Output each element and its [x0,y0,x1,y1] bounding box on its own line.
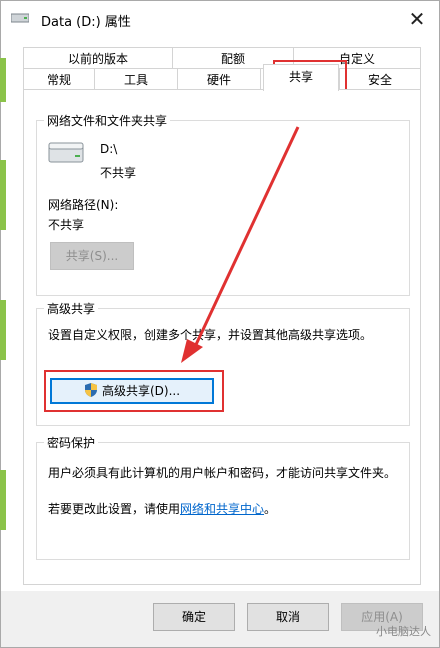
network-sharing-center-link[interactable]: 网络和共享中心 [180,502,264,516]
uac-shield-icon [84,383,97,397]
watermark-text: 小电脑达人 [376,625,431,638]
drive-label: D:\ [100,142,118,156]
share-status: 不共享 [100,166,137,180]
tab-previous-versions[interactable]: 以前的版本 [23,47,173,69]
close-button[interactable]: ✕ [403,5,431,33]
background-accent-top [0,58,6,102]
title-bar: Data (D:) 属性 ✕ [1,1,439,37]
advanced-sharing-button[interactable]: 高级共享(D)... [50,378,214,404]
network-path-value: 不共享 [48,218,85,232]
network-sharing-title: 网络文件和文件夹共享 [44,112,171,129]
password-protection-title: 密码保护 [44,434,99,451]
window-title: Data (D:) 属性 [41,15,131,30]
ok-button[interactable]: 确定 [153,603,235,631]
tab-security[interactable]: 安全 [339,68,421,90]
network-path-label: 网络路径(N): [48,198,119,212]
hard-drive-icon [48,142,84,163]
background-accent-mid [0,160,6,230]
tab-content-panel: 网络文件和文件夹共享 D:\ 不共享 网络路径(N): 不共享 共享(S)...… [23,89,421,585]
share-button[interactable]: 共享(S)... [50,242,134,270]
cancel-button[interactable]: 取消 [247,603,329,631]
drive-icon [11,13,29,23]
advanced-sharing-button-label: 高级共享(D)... [101,384,181,398]
tab-sharing[interactable]: 共享 [263,64,339,91]
change-setting-prefix: 若要更改此设置，请使用 [48,502,181,516]
properties-window: Data (D:) 属性 ✕ 以前的版本 配额 自定义 常规 工具 硬件 共享 … [0,0,440,648]
tab-strip: 以前的版本 配额 自定义 常规 工具 硬件 共享 安全 [1,37,439,91]
background-accent-bottom [0,470,6,530]
background-accent-lower [0,300,6,360]
password-protection-description: 用户必须具有此计算机的用户帐户和密码，才能访问共享文件夹。 [48,466,397,480]
advanced-sharing-title: 高级共享 [44,300,99,317]
change-setting-text: 若要更改此设置，请使用网络和共享中心。 [48,500,276,517]
tab-hardware[interactable]: 硬件 [177,68,261,90]
advanced-sharing-description: 设置自定义权限，创建多个共享，并设置其他高级共享选项。 [48,328,373,342]
change-setting-suffix: 。 [264,502,277,516]
tab-tools[interactable]: 工具 [94,68,178,90]
tab-general[interactable]: 常规 [23,68,95,90]
dialog-footer: 确定 取消 应用(A) [1,591,439,647]
